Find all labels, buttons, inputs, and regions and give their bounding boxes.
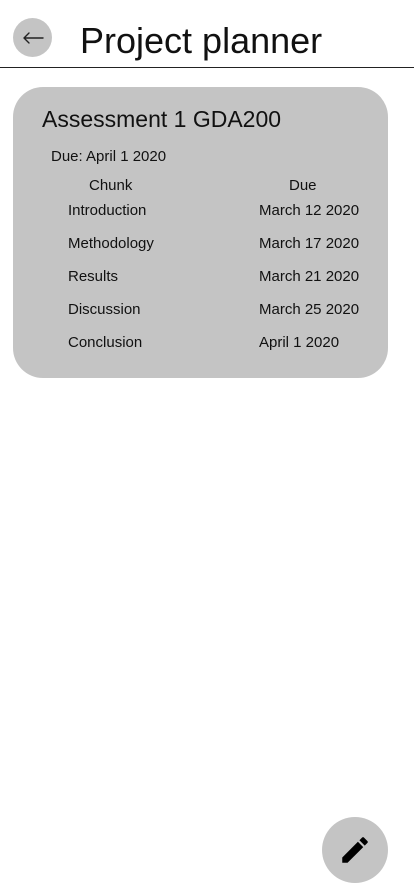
app-header: Project planner [0, 0, 414, 68]
chunk-due-date: March 21 2020 [259, 268, 360, 285]
chunk-row[interactable]: Discussion March 25 2020 [13, 299, 388, 321]
column-header-due: Due [289, 177, 317, 194]
chunk-name: Discussion [68, 301, 141, 318]
chunk-name: Conclusion [68, 334, 143, 351]
column-header-chunk: Chunk [89, 177, 133, 194]
chunk-name: Methodology [68, 235, 154, 252]
arrow-left-icon [22, 31, 44, 44]
chunk-name: Introduction [68, 202, 147, 219]
assessment-due-date: Due: April 1 2020 [51, 148, 167, 165]
page-title: Project planner [80, 20, 323, 61]
chunk-due-date: March 17 2020 [259, 235, 360, 252]
chunk-row[interactable]: Conclusion April 1 2020 [13, 332, 388, 354]
edit-button[interactable] [322, 817, 388, 883]
project-planner-screen: Project planner Assessment 1 GDA200 Due:… [0, 0, 414, 896]
assessment-title: Assessment 1 GDA200 [42, 106, 282, 132]
chunk-row[interactable]: Introduction March 12 2020 [13, 200, 388, 222]
chunk-row[interactable]: Results March 21 2020 [13, 266, 388, 288]
chunk-row[interactable]: Methodology March 17 2020 [13, 233, 388, 255]
pencil-icon [342, 837, 368, 863]
chunk-due-date: April 1 2020 [259, 334, 340, 351]
chunk-name: Results [68, 268, 119, 285]
chunk-due-date: March 12 2020 [259, 202, 360, 219]
assessment-card[interactable]: Assessment 1 GDA200 Due: April 1 2020 Ch… [13, 87, 388, 378]
back-button[interactable] [13, 18, 52, 57]
chunk-due-date: March 25 2020 [259, 301, 360, 318]
